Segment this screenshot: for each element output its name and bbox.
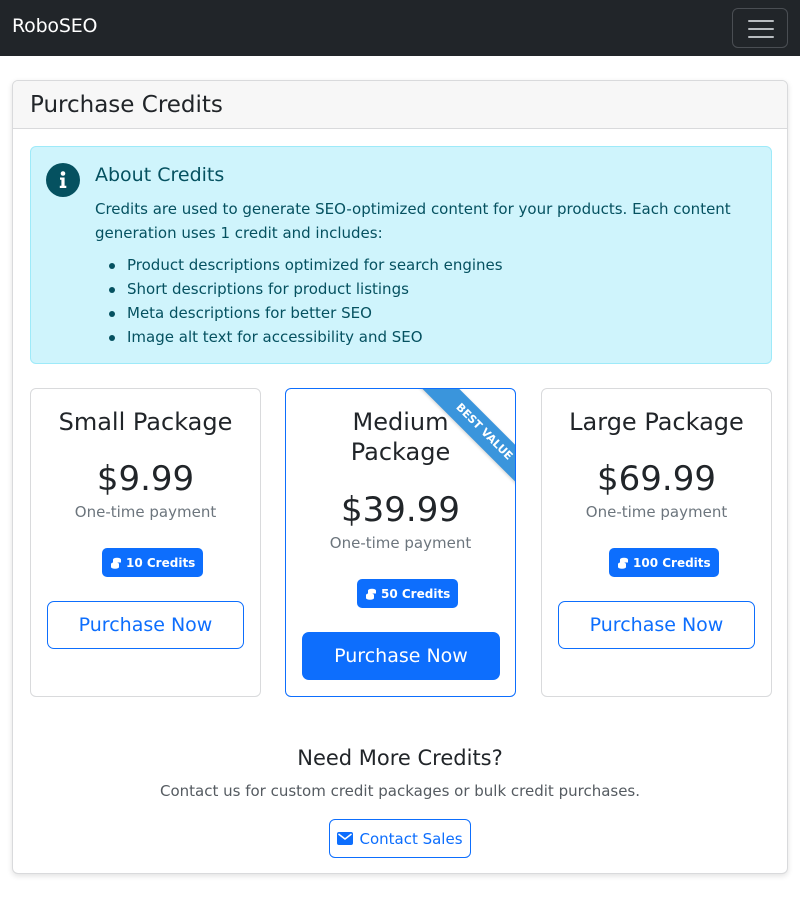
info-icon xyxy=(46,163,80,197)
purchase-small-button[interactable]: Purchase Now xyxy=(47,601,244,649)
list-item: Image alt text for accessibility and SEO xyxy=(95,325,503,349)
contact-sales-label: Contact Sales xyxy=(359,829,463,848)
package-payment-note: One-time payment xyxy=(74,503,217,521)
contact-sales-button[interactable]: Contact Sales xyxy=(329,819,471,858)
list-item: Meta descriptions for better SEO xyxy=(95,301,503,325)
coins-icon xyxy=(111,557,121,569)
credits-badge: 50 Credits xyxy=(357,579,459,608)
purchase-medium-button[interactable]: Purchase Now xyxy=(302,632,500,680)
purchase-large-button[interactable]: Purchase Now xyxy=(558,601,755,649)
package-name-line: Package xyxy=(350,438,451,466)
coins-icon xyxy=(366,588,376,600)
navbar: RoboSEO xyxy=(0,0,800,56)
page-title: Purchase Credits xyxy=(30,92,223,118)
purchase-credits-card: Purchase Credits About Credits Credits a… xyxy=(12,80,788,874)
envelope-icon xyxy=(337,832,354,845)
credits-label: 100 Credits xyxy=(633,555,711,570)
credits-label: 50 Credits xyxy=(381,586,451,601)
package-payment-note: One-time payment xyxy=(329,534,472,552)
medium-package-card: BEST VALUE Medium Package $39.99 One-tim… xyxy=(285,388,516,697)
small-package-card: Small Package $9.99 One-time payment 10 … xyxy=(30,388,261,697)
about-credits-list: Product descriptions optimized for searc… xyxy=(95,253,503,349)
list-item: Short descriptions for product listings xyxy=(95,277,503,301)
need-more-credits-heading: Need More Credits? xyxy=(297,746,503,770)
card-header: Purchase Credits xyxy=(13,81,787,129)
package-price: $69.99 xyxy=(597,459,716,499)
about-credits-heading: About Credits xyxy=(95,164,225,186)
large-package-card: Large Package $69.99 One-time payment 10… xyxy=(541,388,772,697)
list-item: Product descriptions optimized for searc… xyxy=(95,253,503,277)
package-price: $9.99 xyxy=(96,459,195,499)
package-price: $39.99 xyxy=(341,490,460,530)
credits-badge: 100 Credits xyxy=(609,548,719,577)
hamburger-menu-icon xyxy=(748,28,774,30)
package-name: Medium Package xyxy=(286,407,515,467)
credits-label: 10 Credits xyxy=(126,555,196,570)
package-name: Small Package xyxy=(58,408,233,436)
package-name-line: Medium xyxy=(352,408,449,436)
package-name: Large Package xyxy=(569,408,744,436)
hamburger-menu-icon xyxy=(748,20,774,22)
navbar-toggle-button[interactable] xyxy=(732,8,788,48)
coins-icon xyxy=(618,557,628,569)
credits-badge: 10 Credits xyxy=(102,548,204,577)
about-credits-text: Credits are used to generate SEO-optimiz… xyxy=(95,200,731,242)
need-more-credits-text: Contact us for custom credit packages or… xyxy=(159,782,641,800)
hamburger-menu-icon xyxy=(748,36,774,38)
about-credits-alert: About Credits Credits are used to genera… xyxy=(30,146,772,364)
package-payment-note: One-time payment xyxy=(585,503,728,521)
brand-logo[interactable]: RoboSEO xyxy=(12,15,97,37)
